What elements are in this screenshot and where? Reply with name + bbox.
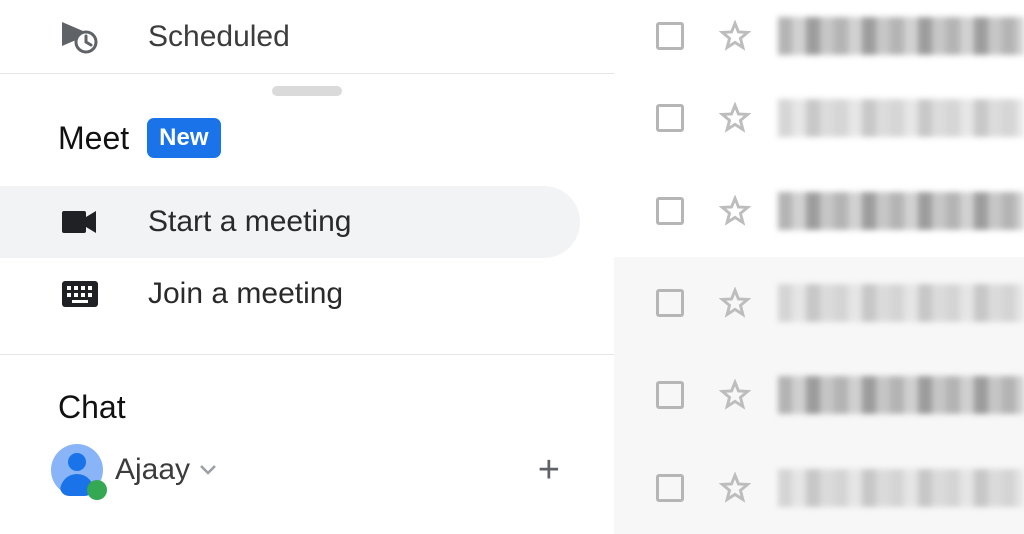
section-divider (0, 354, 614, 355)
start-meeting-item[interactable]: Start a meeting (0, 186, 580, 258)
checkbox-icon[interactable] (656, 197, 684, 225)
checkbox-icon[interactable] (656, 22, 684, 50)
star-icon[interactable] (718, 378, 752, 412)
sidebar: Scheduled Meet New Start a meeting (0, 0, 614, 534)
checkbox-icon[interactable] (656, 474, 684, 502)
chat-section-header: Chat (0, 389, 614, 426)
star-icon[interactable] (718, 194, 752, 228)
star-icon[interactable] (718, 19, 752, 53)
checkbox-icon[interactable] (656, 104, 684, 132)
star-icon[interactable] (718, 286, 752, 320)
mail-sender-redacted (778, 99, 1024, 137)
video-icon (60, 209, 100, 235)
checkbox-icon[interactable] (656, 381, 684, 409)
mail-row[interactable] (614, 164, 1024, 256)
mail-sender-redacted (778, 17, 1024, 55)
mail-sender-redacted (778, 284, 1024, 322)
mail-row[interactable] (614, 442, 1024, 534)
start-meeting-label: Start a meeting (148, 205, 351, 239)
meet-list: Start a meeting Join a meeting (0, 186, 614, 330)
mail-sender-redacted (778, 376, 1024, 414)
presence-indicator (87, 480, 107, 500)
caret-down-icon[interactable] (200, 465, 216, 475)
mail-row[interactable] (614, 349, 1024, 441)
mail-list (614, 0, 1024, 534)
checkbox-icon[interactable] (656, 289, 684, 317)
mail-row[interactable] (614, 0, 1024, 72)
keyboard-icon (60, 281, 100, 307)
meet-label: Meet (58, 120, 129, 157)
mail-sender-redacted (778, 192, 1024, 230)
new-badge: New (147, 118, 220, 158)
chat-label: Chat (58, 389, 126, 426)
scheduled-icon (60, 17, 100, 57)
meet-section-header: Meet New (0, 118, 614, 158)
avatar (51, 444, 103, 496)
mail-row[interactable] (614, 72, 1024, 164)
scheduled-label: Scheduled (148, 20, 290, 54)
join-meeting-label: Join a meeting (148, 277, 343, 311)
mail-sender-redacted (778, 469, 1024, 507)
chat-user-row[interactable]: Ajaay + (0, 444, 560, 496)
new-chat-button[interactable]: + (538, 451, 560, 489)
mail-row[interactable] (614, 257, 1024, 349)
chat-user-name: Ajaay (115, 453, 190, 487)
star-icon[interactable] (718, 101, 752, 135)
join-meeting-item[interactable]: Join a meeting (0, 258, 580, 330)
sidebar-item-scheduled[interactable]: Scheduled (0, 0, 614, 74)
drag-handle[interactable] (272, 86, 342, 96)
star-icon[interactable] (718, 471, 752, 505)
